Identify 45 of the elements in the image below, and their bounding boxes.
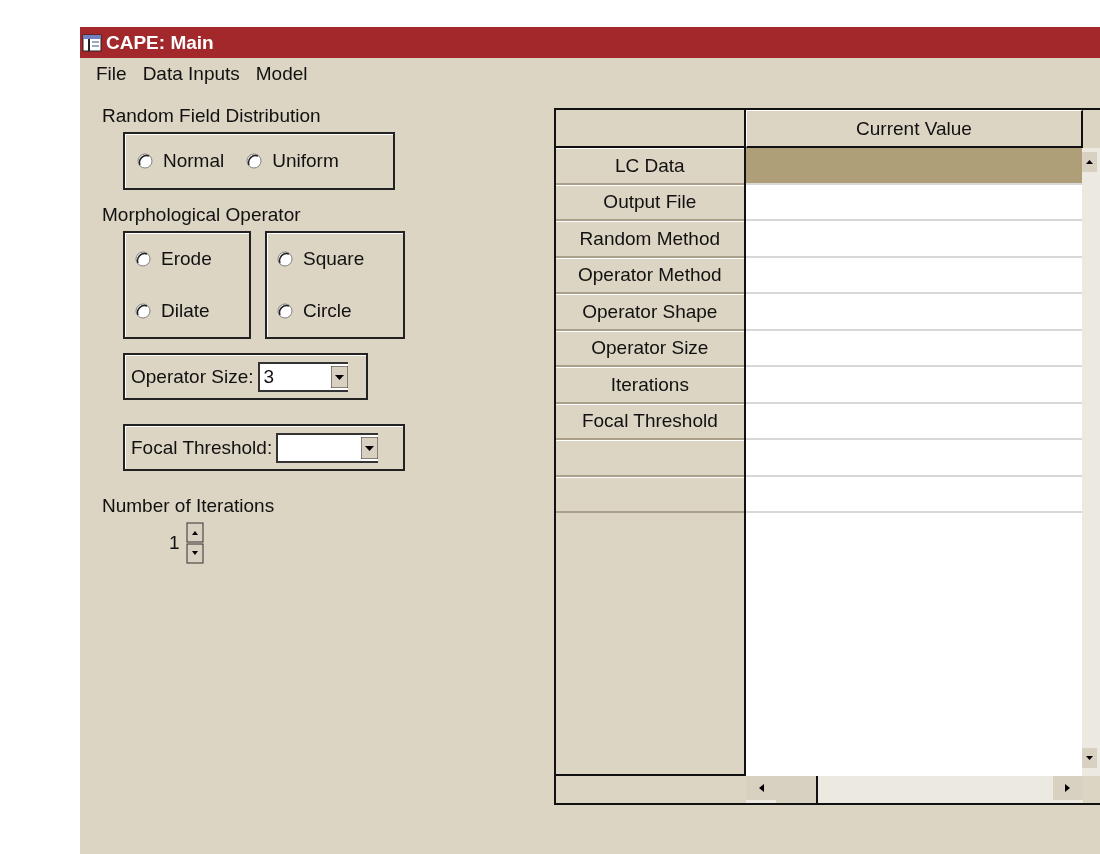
radio-label: Circle [303,300,352,322]
scroll-left-icon[interactable] [746,776,776,800]
spinner-value: 1 [169,532,180,554]
radio-label: Erode [161,248,212,270]
app-icon [82,33,102,52]
dropdown-arrow-icon[interactable] [330,365,348,388]
menu-item[interactable]: File [96,63,127,91]
scroll-right-icon[interactable] [1053,776,1083,800]
radio-button[interactable] [246,153,263,169]
radio-button[interactable] [277,251,293,267]
field-label: Focal Threshold: [131,436,273,459]
radio-label: Square [303,248,365,270]
row-header[interactable]: Output File [556,184,744,221]
section-label: Morphological Operator [102,204,302,226]
row-header[interactable]: Random Method [556,221,744,258]
window-title: CAPE: Main [106,31,214,54]
radio-label: Dilate [161,300,210,322]
row-header[interactable]: LC Data [556,148,744,185]
radio-label: Uniform [272,150,339,172]
field-label: Operator Size: [131,365,254,388]
radio-button[interactable] [137,153,153,169]
row-header[interactable]: Iterations [556,367,744,404]
grid-cell[interactable] [745,148,1083,185]
row-header[interactable]: Operator Method [556,257,744,294]
row-header[interactable] [556,476,744,513]
dropdown-field[interactable]: 3 [257,361,348,392]
horizontal-scrollbar[interactable] [746,776,1083,803]
row-header[interactable]: Operator Size [556,330,744,367]
dropdown-field[interactable] [276,432,379,463]
row-header[interactable]: Operator Shape [556,294,744,331]
menu-item[interactable]: Model [255,63,308,91]
radio-button[interactable] [277,303,293,319]
row-header[interactable] [556,440,744,477]
dropdown-arrow-icon[interactable] [361,436,379,459]
menu-item[interactable]: Data Inputs [142,63,240,91]
section-label: Random Field Distribution [102,105,322,127]
radio-button[interactable] [135,251,151,267]
scroll-up-icon[interactable] [1082,152,1098,172]
row-header[interactable]: Focal Threshold [556,403,744,440]
scroll-thumb[interactable] [776,776,818,803]
radio-label: Normal [163,150,225,172]
scroll-down-icon[interactable] [1082,748,1098,768]
section-label: Number of Iterations [102,495,276,517]
radio-button[interactable] [135,303,151,319]
spinner-arrows-icon[interactable] [185,522,204,564]
